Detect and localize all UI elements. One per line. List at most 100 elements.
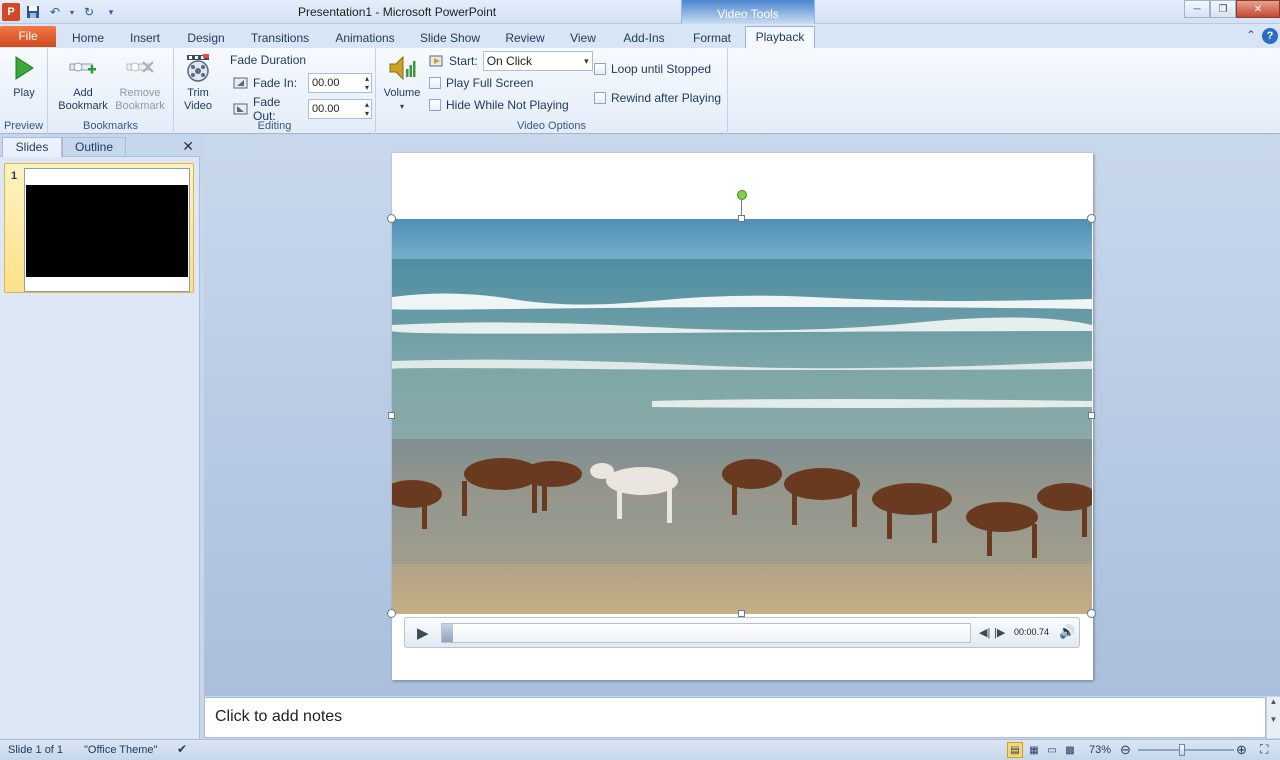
fade-out-input[interactable]: 00.00 (308, 99, 372, 119)
fade-duration-label: Fade Duration (230, 53, 307, 67)
window-controls: ─ ❐ ✕ (1184, 0, 1280, 18)
play-full-screen-label: Play Full Screen (446, 76, 534, 90)
video-seek-bar[interactable] (441, 623, 971, 643)
undo-icon[interactable]: ↶ (46, 3, 64, 21)
play-full-screen-checkbox[interactable] (429, 77, 441, 89)
resize-handle-bottom-middle[interactable] (738, 610, 745, 617)
tab-review[interactable]: Review (498, 28, 552, 48)
resize-handle-bottom-right[interactable] (1087, 609, 1096, 618)
play-button[interactable]: Play (8, 52, 40, 100)
notes-scrollbar[interactable]: ▲ ▼ (1266, 697, 1280, 738)
tab-insert[interactable]: Insert (120, 28, 170, 48)
fade-in-input[interactable]: 00.00 (308, 73, 372, 93)
video-play-icon[interactable]: ▶ (417, 624, 429, 642)
window-title: Presentation1 - Microsoft PowerPoint (298, 5, 497, 19)
restore-button[interactable]: ❐ (1210, 0, 1236, 18)
add-bookmark-icon (67, 52, 99, 84)
resize-handle-bottom-left[interactable] (387, 609, 396, 618)
rotation-handle[interactable] (737, 190, 747, 200)
normal-view-icon[interactable]: ▤ (1007, 742, 1023, 758)
start-icon (428, 53, 444, 69)
notes-pane[interactable]: Click to add notes (204, 697, 1266, 738)
resize-handle-middle-right[interactable] (1088, 412, 1095, 419)
resize-handle-top-left[interactable] (387, 214, 396, 223)
hide-while-not-playing-checkbox[interactable] (429, 99, 441, 111)
rewind-after-playing-checkbox[interactable] (594, 92, 606, 104)
resize-handle-top-middle[interactable] (738, 215, 745, 222)
slide-thumbnail-1[interactable]: 1 (4, 163, 194, 293)
undo-dropdown-icon[interactable]: ▾ (68, 3, 76, 21)
loop-until-stopped-row: Loop until Stopped (594, 62, 711, 76)
add-bookmark-button[interactable]: Add Bookmark (56, 52, 110, 113)
close-button[interactable]: ✕ (1236, 0, 1280, 18)
spell-check-icon[interactable]: ✔ (177, 742, 187, 756)
resize-handle-top-right[interactable] (1087, 214, 1096, 223)
tab-view[interactable]: View (562, 28, 604, 48)
remove-bookmark-label-line2: Bookmark (115, 100, 165, 112)
reading-view-icon[interactable]: ▭ (1044, 742, 1060, 758)
hide-while-not-playing-label: Hide While Not Playing (446, 98, 569, 112)
minimize-button[interactable]: ─ (1184, 0, 1210, 18)
tab-design[interactable]: Design (180, 28, 232, 48)
theme-name[interactable]: "Office Theme" (84, 744, 157, 756)
close-pane-icon[interactable]: ✕ (182, 138, 194, 155)
ribbon-tab-bar: File Home Insert Design Transitions Anim… (0, 24, 1280, 48)
zoom-out-icon[interactable]: ⊖ (1120, 742, 1131, 758)
tab-format[interactable]: Format (684, 28, 740, 48)
trim-video-label-line2: Video (184, 100, 212, 112)
customize-qat-icon[interactable]: ▾ (102, 3, 120, 21)
tab-playback[interactable]: Playback (745, 26, 815, 48)
slide-sorter-view-icon[interactable]: ▦ (1026, 742, 1042, 758)
slide-show-view-icon[interactable]: ▩ (1062, 742, 1078, 758)
video-seek-progress (442, 624, 453, 642)
video-skip-back-icon[interactable]: ◀| (979, 626, 990, 639)
pane-tab-slides[interactable]: Slides (2, 137, 62, 157)
pane-tab-outline[interactable]: Outline (62, 137, 126, 157)
play-icon (8, 52, 40, 84)
pane-tabs: Slides Outline ✕ (0, 135, 200, 157)
redo-icon[interactable]: ↻ (80, 3, 98, 21)
tab-home[interactable]: Home (64, 28, 112, 48)
trim-video-button[interactable]: Trim Video (180, 52, 216, 113)
video-skip-forward-icon[interactable]: |▶ (994, 626, 1005, 639)
tab-transitions[interactable]: Transitions (244, 28, 316, 48)
play-full-screen-row: Play Full Screen (429, 76, 533, 90)
remove-bookmark-label-line1: Remove (119, 87, 161, 99)
resize-handle-middle-left[interactable] (388, 412, 395, 419)
video-frame[interactable] (392, 219, 1092, 614)
hide-while-not-playing-row: Hide While Not Playing (429, 98, 569, 112)
zoom-in-icon[interactable]: ⊕ (1236, 742, 1247, 758)
tab-file[interactable]: File (0, 26, 56, 47)
start-dropdown[interactable]: On Click (482, 51, 593, 71)
slides-pane: Slides Outline ✕ 1 (0, 135, 200, 739)
slide-count: Slide 1 of 1 (8, 744, 64, 756)
video-volume-icon[interactable]: 🔊 (1059, 624, 1075, 640)
add-bookmark-label-line1: Add (73, 87, 93, 99)
zoom-level[interactable]: 73% (1089, 744, 1111, 756)
tab-slide-show[interactable]: Slide Show (414, 28, 486, 48)
group-label-editing: Editing (257, 120, 292, 132)
zoom-slider[interactable] (1138, 744, 1234, 756)
group-bookmarks: Add Bookmark Remove Bookmark Bookmarks (48, 48, 174, 134)
remove-bookmark-button[interactable]: Remove Bookmark (112, 52, 168, 113)
powerpoint-app-icon[interactable]: P (2, 3, 20, 21)
notes-placeholder: Click to add notes (215, 708, 343, 725)
fit-to-window-icon[interactable]: ⛶ (1260, 742, 1268, 757)
zoom-slider-thumb[interactable] (1179, 744, 1186, 756)
tab-animations[interactable]: Animations (328, 28, 402, 48)
save-icon[interactable] (24, 3, 42, 21)
play-label: Play (13, 87, 35, 99)
minimize-ribbon-icon[interactable]: ⌃ (1246, 28, 1256, 44)
title-bar: P ↶ ▾ ↻ ▾ Presentation1 - Microsoft Powe… (0, 0, 1280, 24)
help-icon[interactable]: ? (1262, 28, 1278, 44)
loop-until-stopped-checkbox[interactable] (594, 63, 606, 75)
volume-button[interactable]: Volume ▾ (382, 52, 422, 113)
volume-icon (386, 52, 418, 84)
group-label-bookmarks: Bookmarks (82, 120, 139, 132)
start-label: Start: (449, 54, 478, 68)
fade-in-row: Fade In: 00.00 (232, 73, 372, 93)
rewind-after-playing-row: Rewind after Playing (594, 91, 721, 105)
trim-video-label-line1: Trim (187, 87, 209, 99)
tab-add-ins[interactable]: Add-Ins (614, 28, 674, 48)
trim-video-icon (182, 52, 214, 84)
